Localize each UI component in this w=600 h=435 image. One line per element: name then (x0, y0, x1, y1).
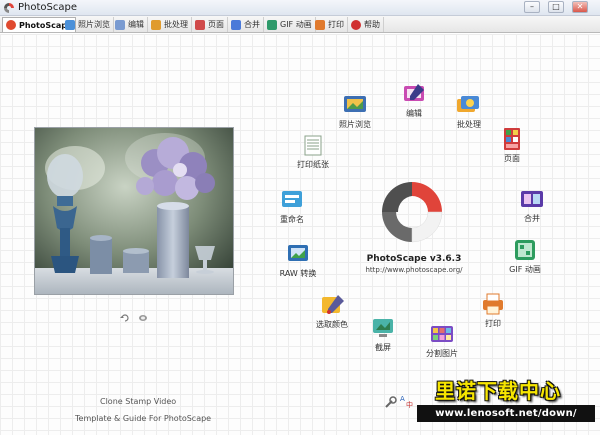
tab-viewer[interactable]: 照片浏览 (62, 17, 114, 32)
menu-label: 编辑 (406, 109, 422, 118)
photoscape-logo (382, 182, 443, 243)
combine-icon (521, 191, 543, 207)
menu-label: 分割图片 (426, 349, 458, 358)
minimize-button[interactable]: – (524, 1, 540, 13)
tab-help[interactable]: 帮助 (348, 17, 384, 32)
maximize-button[interactable]: □ (548, 1, 564, 13)
watermark-title: 里诺下载中心 (435, 379, 561, 403)
tab-label: 打印 (328, 20, 344, 29)
tab-page[interactable]: 页面 (192, 17, 228, 32)
menu-viewer[interactable]: 照片浏览 (327, 93, 383, 133)
menu-label: 选取颜色 (316, 320, 348, 329)
rotate-icon[interactable] (120, 314, 130, 322)
slideshow-controls (120, 314, 148, 322)
svg-text:A: A (400, 395, 405, 403)
viewer-icon (65, 19, 75, 30)
menu-color-picker[interactable]: 选取颜色 (304, 293, 360, 333)
paper-print-icon (304, 135, 322, 156)
svg-text:中: 中 (406, 400, 413, 408)
menu-page[interactable]: 页面 (484, 127, 540, 167)
menu-label: 页面 (504, 154, 520, 163)
menu-label: 截屏 (375, 343, 391, 352)
menu-combine[interactable]: 合并 (504, 187, 560, 227)
tab-combine[interactable]: 合并 (228, 17, 264, 32)
tab-label: 编辑 (128, 20, 144, 29)
tab-label: 合并 (244, 20, 260, 29)
photo-editor-icon (404, 84, 424, 101)
page-layout-icon (504, 128, 520, 150)
tab-label: 照片浏览 (78, 20, 110, 29)
close-button[interactable]: ✕ (572, 1, 588, 13)
menu-raw[interactable]: RAW 转换 (270, 242, 326, 282)
menu-label: 重命名 (280, 215, 304, 224)
color-picker-icon (322, 295, 344, 314)
help-icon (351, 19, 361, 30)
tools-icon[interactable] (383, 396, 397, 410)
menu-rename[interactable]: 重命名 (264, 188, 320, 228)
clone-stamp-video-link[interactable]: Clone Stamp Video (100, 397, 176, 406)
template-guide-link[interactable]: Template & Guide For PhotoScape (75, 414, 211, 423)
menu-splitter[interactable]: 分割图片 (414, 322, 470, 362)
title-bar: PhotoScape – □ ✕ (0, 0, 600, 16)
tab-batch[interactable]: 批处理 (148, 17, 192, 32)
menu-label: 合并 (524, 214, 540, 223)
tab-editor[interactable]: 编辑 (112, 17, 148, 32)
tab-print[interactable]: 打印 (312, 17, 348, 32)
gif-animation-icon (515, 240, 535, 260)
window-title: PhotoScape (18, 2, 77, 13)
language-icon[interactable]: A 中 (400, 394, 414, 408)
menu-gif[interactable]: GIF 动画 (497, 238, 553, 278)
tab-gif[interactable]: GIF 动画 (264, 17, 316, 32)
menu-label: 打印 (485, 319, 501, 328)
editor-icon (115, 19, 125, 30)
screen-capture-icon (373, 319, 393, 337)
print-icon (315, 19, 325, 30)
tab-strip: PhotoScape 照片浏览 编辑 批处理 页面 合并 GIF 动画 打印 帮… (0, 16, 600, 33)
menu-editor[interactable]: 编辑 (386, 82, 442, 122)
tab-label: 批处理 (164, 20, 188, 29)
rename-icon (282, 191, 302, 207)
menu-print-paper[interactable]: 打印纸张 (285, 133, 341, 173)
menu-label: 打印纸张 (297, 160, 329, 169)
print-icon (483, 293, 503, 315)
sample-photo (34, 127, 234, 295)
next-photo-icon[interactable] (138, 314, 148, 322)
website-url[interactable]: http://www.photoscape.org/ (354, 266, 474, 274)
tab-label: 页面 (208, 20, 224, 29)
menu-label: 照片浏览 (339, 120, 371, 129)
tab-label: 帮助 (364, 20, 380, 29)
version-label: PhotoScape v3.6.3 (366, 254, 462, 264)
batch-icon (151, 19, 161, 30)
gif-icon (267, 19, 277, 30)
photo-viewer-icon (344, 96, 366, 112)
splitter-icon (431, 326, 453, 342)
photoscape-logo-icon (6, 20, 16, 30)
combine-icon (231, 19, 241, 30)
menu-label: RAW 转换 (279, 269, 317, 278)
page-icon (195, 19, 205, 30)
watermark-url: www.lenosoft.net/down/ (417, 405, 595, 422)
menu-screen-capture[interactable]: 截屏 (355, 316, 411, 356)
menu-print[interactable]: 打印 (465, 292, 521, 332)
photoscape-app-icon (4, 3, 14, 13)
raw-converter-icon (288, 245, 308, 261)
batch-editor-icon (457, 96, 479, 112)
tab-label: GIF 动画 (280, 20, 312, 29)
menu-label: GIF 动画 (509, 265, 541, 274)
